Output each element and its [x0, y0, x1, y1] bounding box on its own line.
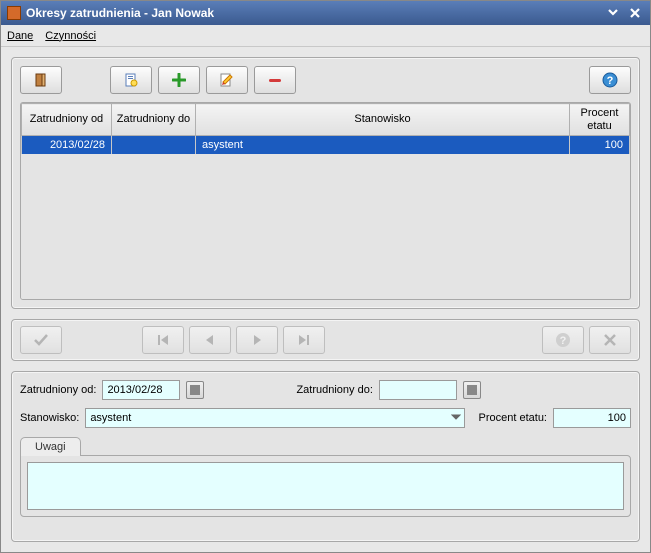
- nav-next-button[interactable]: [236, 326, 278, 354]
- grid-empty-area: [21, 154, 630, 299]
- window-title: Okresy zatrudnienia - Jan Nowak: [26, 6, 600, 20]
- label-stan: Stanowisko:: [20, 412, 79, 424]
- col-header-od[interactable]: Zatrudniony od: [22, 104, 112, 136]
- input-pct[interactable]: [553, 408, 631, 428]
- help2-button[interactable]: ?: [542, 326, 584, 354]
- notes-textarea[interactable]: [27, 462, 624, 510]
- col-header-do[interactable]: Zatrudniony do: [112, 104, 196, 136]
- grid-table: Zatrudniony od Zatrudniony do Stanowisko…: [21, 103, 630, 154]
- app-icon: [7, 6, 21, 20]
- menubar: Dane Czynności: [1, 25, 650, 47]
- cell-do: [112, 136, 196, 154]
- add-button[interactable]: [158, 66, 200, 94]
- nav-last-button[interactable]: [283, 326, 325, 354]
- combo-stanowisko[interactable]: [85, 408, 464, 428]
- calendar-od-button[interactable]: [186, 381, 204, 399]
- cell-stan: asystent: [196, 136, 570, 154]
- input-do[interactable]: [379, 380, 457, 400]
- input-od[interactable]: [102, 380, 180, 400]
- col-header-pct[interactable]: Procent etatu: [570, 104, 630, 136]
- form-panel: Zatrudniony od: Zatrudniony do: Stanowis…: [11, 371, 640, 542]
- chevron-down-icon: [449, 410, 463, 424]
- notes-panel: [20, 455, 631, 517]
- new-doc-button[interactable]: [110, 66, 152, 94]
- grid-header-row: Zatrudniony od Zatrudniony do Stanowisko…: [22, 104, 630, 136]
- top-panel: ? Zatrudniony od Zatrudniony do Stanowis…: [11, 57, 640, 309]
- svg-text:?: ?: [560, 335, 567, 347]
- nav-first-button[interactable]: [142, 326, 184, 354]
- input-stan[interactable]: [85, 408, 464, 428]
- label-od: Zatrudniony od:: [20, 384, 96, 396]
- cell-od: 2013/02/28: [22, 136, 112, 154]
- help-button[interactable]: ?: [589, 66, 631, 94]
- cell-pct: 100: [570, 136, 630, 154]
- edit-button[interactable]: [206, 66, 248, 94]
- minimize-button[interactable]: [604, 4, 622, 22]
- nav-panel: ?: [11, 319, 640, 361]
- exit-button[interactable]: [20, 66, 62, 94]
- delete-button[interactable]: [254, 66, 296, 94]
- label-do: Zatrudniony do:: [296, 384, 372, 396]
- content: ? Zatrudniony od Zatrudniony do Stanowis…: [1, 47, 650, 552]
- cancel-button[interactable]: [589, 326, 631, 354]
- label-pct: Procent etatu:: [479, 412, 548, 424]
- confirm-button[interactable]: [20, 326, 62, 354]
- tabs: Uwagi: [20, 436, 631, 517]
- grid[interactable]: Zatrudniony od Zatrudniony do Stanowisko…: [20, 102, 631, 300]
- menu-dane[interactable]: Dane: [7, 30, 33, 42]
- table-row[interactable]: 2013/02/28 asystent 100: [22, 136, 630, 154]
- calendar-do-button[interactable]: [463, 381, 481, 399]
- menu-czynnosci[interactable]: Czynności: [45, 30, 96, 42]
- tab-uwagi[interactable]: Uwagi: [20, 437, 81, 456]
- close-button[interactable]: [626, 4, 644, 22]
- col-header-stan[interactable]: Stanowisko: [196, 104, 570, 136]
- window: Okresy zatrudnienia - Jan Nowak Dane Czy…: [0, 0, 651, 553]
- titlebar: Okresy zatrudnienia - Jan Nowak: [1, 1, 650, 25]
- svg-text:?: ?: [607, 75, 614, 87]
- nav-prev-button[interactable]: [189, 326, 231, 354]
